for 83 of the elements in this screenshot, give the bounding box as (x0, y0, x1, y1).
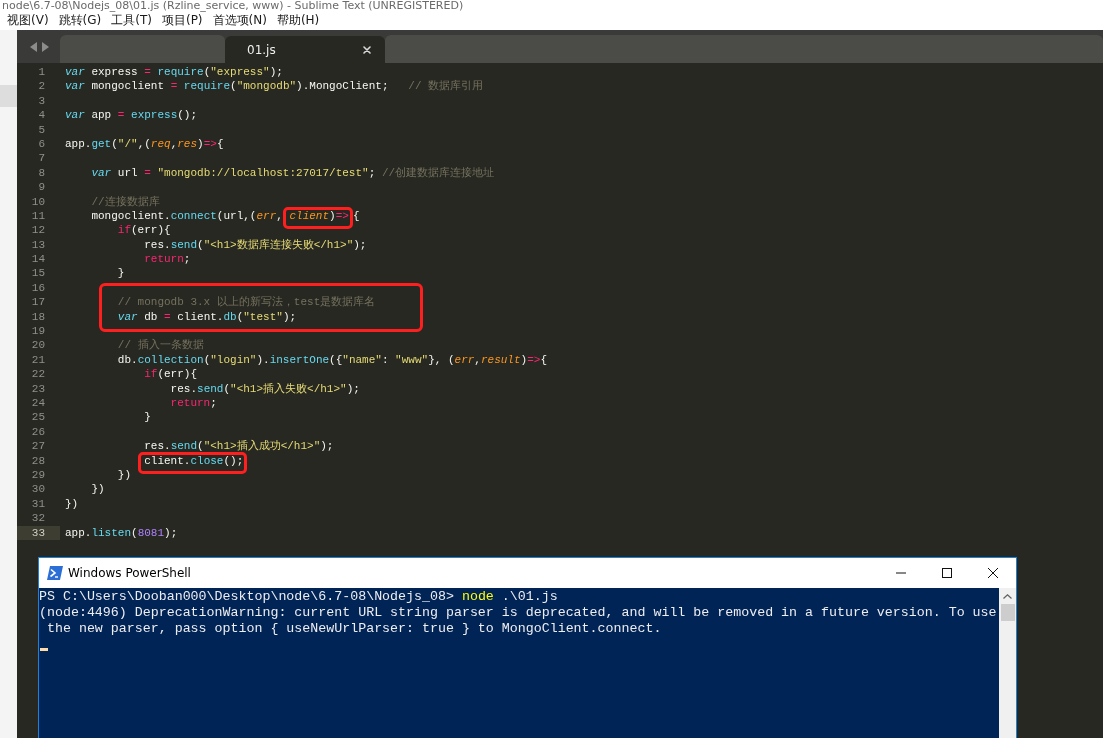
line-number: 19 (30, 324, 46, 339)
line-number: 15 (30, 266, 46, 281)
code-line: if(err){ (116, 224, 171, 237)
menu-item[interactable]: 项目(P) (156, 12, 208, 29)
line-number: 28 (30, 453, 46, 468)
code-line: db.collection("login").insertOne({"name": "www"}, (err,result)=>{ (116, 353, 547, 366)
line-number: 10 (30, 194, 46, 209)
line-number: 7 (37, 151, 46, 166)
code-line: }) (116, 468, 131, 481)
line-number: 26 (30, 424, 46, 440)
code-line: var app = express(); (65, 109, 198, 122)
close-icon[interactable] (363, 45, 371, 54)
right-arrow-icon[interactable] (42, 41, 49, 52)
window-title: Windows PowerShell (68, 566, 191, 580)
code-line: return; (143, 253, 191, 266)
blurred-tab[interactable] (385, 35, 1103, 63)
console-line: the new parser, pass option { useNewUrlParser: true } to MongoClient.connect. (45, 621, 663, 637)
line-number: 13 (30, 237, 46, 253)
line-number: 8 (37, 165, 46, 181)
menu-item[interactable]: 首选项(N) (207, 12, 272, 29)
app-title: node\6.7-08\Nodejs_08\01.js (Rzline_service, www) - Sublime Text (UNREGISTERED) (1, 0, 465, 11)
code-line: } (116, 267, 125, 280)
code-line: client)=> (289, 209, 349, 222)
line-number: 1 (37, 65, 46, 80)
line-number: 18 (30, 309, 46, 325)
code-line: var express = require("express"); (65, 66, 283, 78)
code-line: var db = client.db("test"); (116, 310, 297, 323)
file-tab[interactable]: 01.js (225, 36, 385, 63)
line-number: 17 (30, 295, 46, 310)
menu-item[interactable]: 视图(V) (2, 12, 54, 29)
line-number: 29 (30, 467, 46, 483)
menu-item[interactable]: 工具(T) (106, 12, 157, 29)
line-number: 24 (30, 396, 46, 411)
maximize-icon (942, 568, 952, 578)
chevron-up-icon[interactable] (1003, 594, 1012, 599)
blurred-tab[interactable] (60, 35, 225, 63)
line-number: 9 (37, 180, 46, 195)
code-line: { (352, 209, 360, 222)
line-number: 11 (30, 208, 46, 224)
code-line: if(err){ (143, 368, 198, 381)
code-line: res.send("<h1>插入失败</h1>"); (169, 382, 360, 395)
panel-highlight (0, 85, 17, 107)
console-line: (node:4496) DeprecationWarning: current URL string parser is deprecated, and will be removed in a future version. To use (39, 605, 998, 621)
code-line: }) (90, 483, 105, 496)
line-number: 25 (30, 410, 46, 425)
line-number: 4 (37, 108, 46, 123)
scrollbar-thumb[interactable] (1000, 604, 1015, 621)
line-number: 22 (30, 367, 46, 382)
code-line: mongoclient.connect(url,(err, (90, 209, 284, 222)
code-line: //连接数据库 (90, 195, 160, 208)
line-number: 20 (30, 338, 46, 353)
left-arrow-icon[interactable] (30, 41, 37, 52)
code-line: } (143, 411, 151, 424)
close-icon (988, 568, 998, 578)
code-line: app.listen(8081); (65, 526, 178, 539)
code-line: var mongoclient = require("mongodb").MongoClient; // 数据库引用 (65, 80, 484, 93)
line-number: 32 (30, 511, 46, 526)
line-number: 31 (30, 496, 46, 512)
code-line: res.send("<h1>插入成功</h1>"); (143, 440, 334, 453)
line-number: 2 (37, 79, 46, 94)
line-number: 6 (37, 136, 46, 152)
line-number: 12 (30, 223, 46, 238)
line-number: 30 (30, 482, 46, 497)
terminal-icon (47, 566, 63, 580)
line-number: 33 (17, 525, 60, 540)
scrollbar[interactable] (999, 588, 1016, 738)
console-line: PS C:\Users\Dooban000\Desktop\node\6.7-08\Nodejs_08> node .\01.js (39, 589, 559, 605)
line-number: 27 (30, 439, 46, 454)
line-number: 14 (30, 252, 46, 267)
menu-item[interactable]: 跳转(G) (53, 12, 107, 29)
code-line: app.get("/",(req,res)=>{ (65, 137, 224, 150)
line-number: 21 (30, 352, 46, 368)
code-line: var url = "mongodb://localhost:27017/test"; //创建数据库连接地址 (90, 166, 495, 179)
code-line: }) (65, 497, 79, 510)
line-number: 3 (37, 93, 46, 109)
line-number: 5 (37, 122, 46, 137)
line-number: 23 (30, 381, 46, 396)
menu-item[interactable]: 帮助(H) (271, 12, 325, 29)
code-line: return; (169, 397, 217, 409)
line-number: 16 (30, 280, 46, 296)
code-line: res.send("<h1>数据库连接失败</h1>"); (143, 238, 367, 251)
code-line: // mongodb 3.x 以上的新写法，test是数据库名 (116, 296, 376, 309)
code-line: client.close(); (144, 454, 244, 467)
